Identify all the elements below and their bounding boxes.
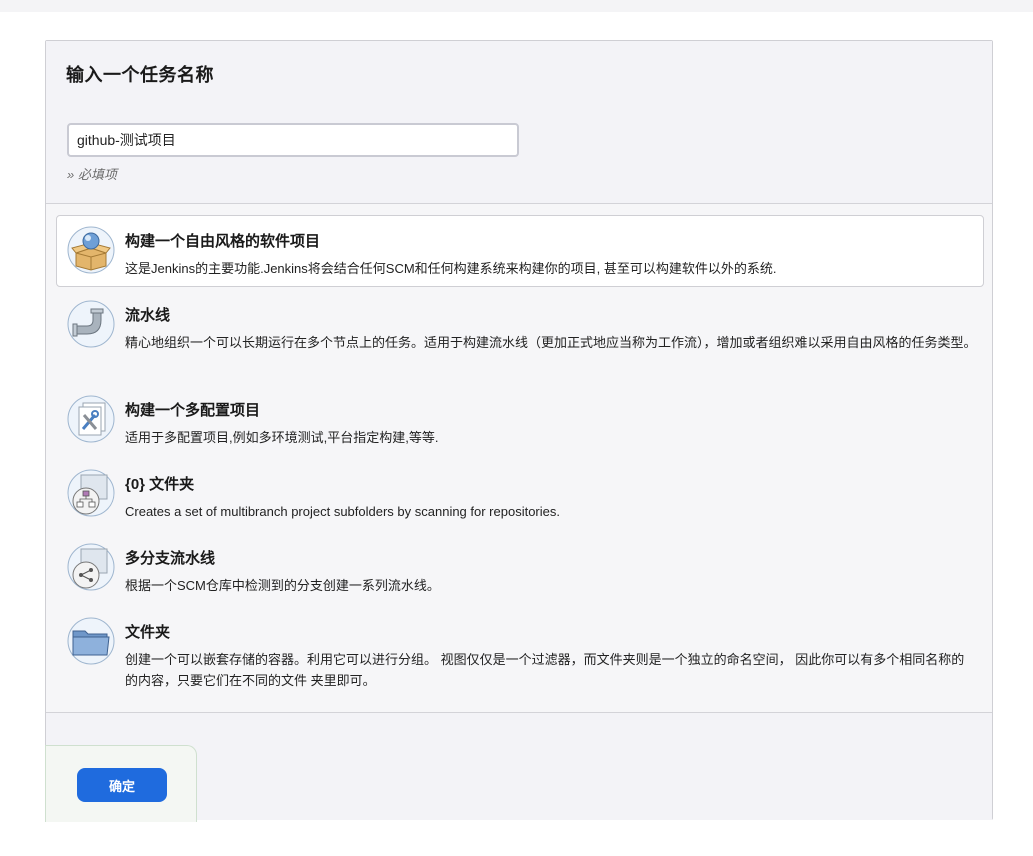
- item-type-multibranch-pipeline[interactable]: 多分支流水线 根据一个SCM仓库中检测到的分支创建一系列流水线。: [56, 532, 984, 604]
- freestyle-project-icon: [67, 226, 115, 274]
- multibranch-pipeline-icon: [67, 543, 115, 591]
- item-type-multi-config[interactable]: 构建一个多配置项目 适用于多配置项目,例如多环境测试,平台指定构建,等等.: [56, 384, 984, 456]
- item-type-pipeline[interactable]: 流水线 精心地组织一个可以长期运行在多个节点上的任务。适用于构建流水线（更加正式…: [56, 289, 984, 377]
- footer: 确定: [45, 712, 992, 822]
- item-type-organization-folder[interactable]: {0} 文件夹 Creates a set of multibranch pro…: [56, 458, 984, 530]
- page-title: 输入一个任务名称: [66, 65, 214, 85]
- organization-folder-icon: [67, 469, 115, 517]
- item-type-freestyle[interactable]: 构建一个自由风格的软件项目 这是Jenkins的主要功能.Jenkins将会结合…: [56, 215, 984, 287]
- item-type-list: 构建一个自由风格的软件项目 这是Jenkins的主要功能.Jenkins将会结合…: [46, 204, 992, 712]
- item-type-description: 这是Jenkins的主要功能.Jenkins将会结合任何SCM和任何构建系统来构…: [125, 261, 777, 276]
- item-type-title: 多分支流水线: [125, 550, 216, 567]
- item-type-description: Creates a set of multibranch project sub…: [125, 504, 560, 519]
- item-type-title: 流水线: [125, 307, 171, 324]
- pipeline-icon: [67, 300, 115, 348]
- required-note: » 必填项: [67, 167, 117, 182]
- item-type-description: 根据一个SCM仓库中检测到的分支创建一系列流水线。: [125, 578, 440, 593]
- item-type-title: {0} 文件夹: [125, 476, 195, 493]
- item-type-title: 文件夹: [125, 624, 171, 641]
- item-type-description: 精心地组织一个可以长期运行在多个节点上的任务。适用于构建流水线（更加正式地应当称…: [125, 335, 977, 350]
- folder-icon: [67, 617, 115, 665]
- bottom-sticker: 确定: [45, 745, 197, 822]
- item-type-title: 构建一个自由风格的软件项目: [125, 233, 321, 250]
- item-type-title: 构建一个多配置项目: [125, 402, 261, 419]
- new-item-panel: 输入一个任务名称 » 必填项 构建一个自由风格的软件项目 这是Jenkins的主…: [45, 40, 993, 822]
- multi-config-project-icon: [67, 395, 115, 443]
- item-type-description: 适用于多配置项目,例如多环境测试,平台指定构建,等等.: [125, 430, 439, 445]
- item-type-folder[interactable]: 文件夹 创建一个可以嵌套存储的容器。利用它可以进行分组。 视图仅仅是一个过滤器，…: [56, 606, 984, 694]
- ok-button[interactable]: 确定: [77, 768, 167, 802]
- item-type-description: 创建一个可以嵌套存储的容器。利用它可以进行分组。 视图仅仅是一个过滤器，而文件夹…: [125, 652, 965, 688]
- item-name-input[interactable]: [67, 123, 519, 157]
- top-strip: [0, 0, 1033, 12]
- item-name-section: 输入一个任务名称 » 必填项: [46, 41, 992, 204]
